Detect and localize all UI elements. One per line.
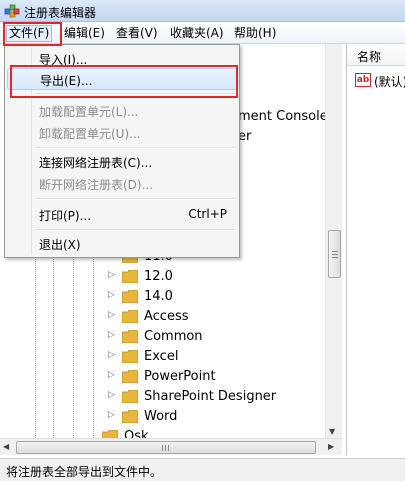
status-bar: 将注册表全部导出到文件中。 xyxy=(0,458,405,481)
expand-arrow-icon[interactable]: ▷ xyxy=(108,330,115,340)
expand-arrow-icon[interactable]: ▷ xyxy=(108,310,115,320)
title-bar: 注册表编辑器 xyxy=(0,0,405,22)
scroll-left-arrow-icon[interactable]: ◀ xyxy=(3,442,9,451)
grip-line xyxy=(168,445,169,451)
menu-item-export[interactable]: 导出(E)... xyxy=(7,68,237,90)
menu-item-disconnect-network-registry[interactable]: 断开网络注册表(D)... xyxy=(7,173,237,195)
folder-icon xyxy=(122,370,138,383)
grip-line xyxy=(332,257,338,258)
tree-partial-label: er xyxy=(238,129,252,144)
scroll-right-arrow-icon[interactable]: ▶ xyxy=(328,442,334,451)
expand-arrow-icon[interactable]: ▷ xyxy=(108,270,115,280)
folder-icon xyxy=(122,410,138,423)
tree-vertical-scrollbar[interactable]: ▼ xyxy=(325,44,342,438)
menu-item-import[interactable]: 导入(I)... xyxy=(7,48,237,70)
menu-item-unload-hive[interactable]: 卸载配置单元(U)... xyxy=(7,122,237,144)
window-title: 注册表编辑器 xyxy=(24,6,97,20)
tree-horizontal-scrollbar[interactable]: ◀ ▶ xyxy=(0,438,342,455)
menu-separator xyxy=(35,147,235,149)
tree-node-label: Common xyxy=(144,329,203,344)
value-name: (默认) xyxy=(374,75,405,89)
menu-item-label: 导入(I)... xyxy=(39,53,88,67)
menu-item-print[interactable]: 打印(P)... Ctrl+P xyxy=(7,204,237,226)
folder-icon xyxy=(122,330,138,343)
scrollbar-thumb[interactable] xyxy=(16,441,316,454)
menu-help[interactable]: 帮助(H) xyxy=(232,25,278,42)
menu-edit[interactable]: 编辑(E) xyxy=(62,25,107,42)
menu-bar: 文件(F) 编辑(E) 查看(V) 收藏夹(A) 帮助(H) xyxy=(0,22,405,44)
menu-item-label: 连接网络注册表(C)... xyxy=(39,156,153,170)
folder-icon xyxy=(122,350,138,363)
grip-line xyxy=(332,254,338,255)
menu-item-label: 加载配置单元(L)... xyxy=(39,105,139,119)
menu-separator xyxy=(35,93,235,95)
menu-favorites[interactable]: 收藏夹(A) xyxy=(168,25,226,42)
menu-item-shortcut: Ctrl+P xyxy=(188,207,227,221)
grip-line xyxy=(332,251,338,252)
menu-file[interactable]: 文件(F) xyxy=(6,25,53,42)
expand-arrow-icon[interactable]: ▷ xyxy=(108,290,115,300)
status-text: 将注册表全部导出到文件中。 xyxy=(6,465,163,479)
menu-item-connect-network-registry[interactable]: 连接网络注册表(C)... xyxy=(7,151,237,173)
grip-line xyxy=(162,445,163,451)
folder-icon xyxy=(122,290,138,303)
menu-item-label: 导出(E)... xyxy=(40,74,93,88)
tree-node-label: 12.0 xyxy=(144,269,173,284)
tree-node-label: 14.0 xyxy=(144,289,173,304)
column-header-label: 名称 xyxy=(357,50,382,64)
file-menu-dropdown: 导入(I)... 导出(E)... 加载配置单元(L)... 卸载配置单元(U)… xyxy=(4,44,240,258)
tree-node-label: Access xyxy=(144,309,189,324)
menu-item-label: 退出(X) xyxy=(39,238,81,252)
string-value-icon: ab xyxy=(355,73,371,87)
menu-item-load-hive[interactable]: 加载配置单元(L)... xyxy=(7,100,237,122)
folder-icon xyxy=(122,310,138,323)
expand-arrow-icon[interactable]: ▷ xyxy=(108,370,115,380)
menu-separator xyxy=(35,198,235,200)
menu-item-exit[interactable]: 退出(X) xyxy=(7,233,237,255)
column-header-name[interactable]: 名称 xyxy=(347,44,405,66)
tree-node-label: Excel xyxy=(144,349,179,364)
menu-item-label: 打印(P)... xyxy=(39,209,92,223)
scrollbar-thumb[interactable] xyxy=(328,230,341,278)
menu-separator xyxy=(35,229,235,231)
expand-arrow-icon[interactable]: ▷ xyxy=(108,410,115,420)
menu-view[interactable]: 查看(V) xyxy=(114,25,160,42)
folder-icon xyxy=(122,390,138,403)
tree-node-label: PowerPoint xyxy=(144,369,216,384)
folder-icon xyxy=(122,270,138,283)
values-list-pane[interactable]: 名称 ab (默认) xyxy=(346,44,405,455)
menu-item-label: 断开网络注册表(D)... xyxy=(39,178,154,192)
expand-arrow-icon[interactable]: ▷ xyxy=(108,390,115,400)
expand-arrow-icon[interactable]: ▷ xyxy=(108,350,115,360)
regedit-icon xyxy=(4,4,20,18)
grip-line xyxy=(165,445,166,451)
tree-node-label: Word xyxy=(144,409,178,424)
tree-node-label: SharePoint Designer xyxy=(144,389,277,404)
tree-partial-label: ment Console xyxy=(238,109,328,124)
scroll-down-arrow-icon[interactable]: ▼ xyxy=(329,427,335,436)
menu-item-label: 卸载配置单元(U)... xyxy=(39,127,141,141)
